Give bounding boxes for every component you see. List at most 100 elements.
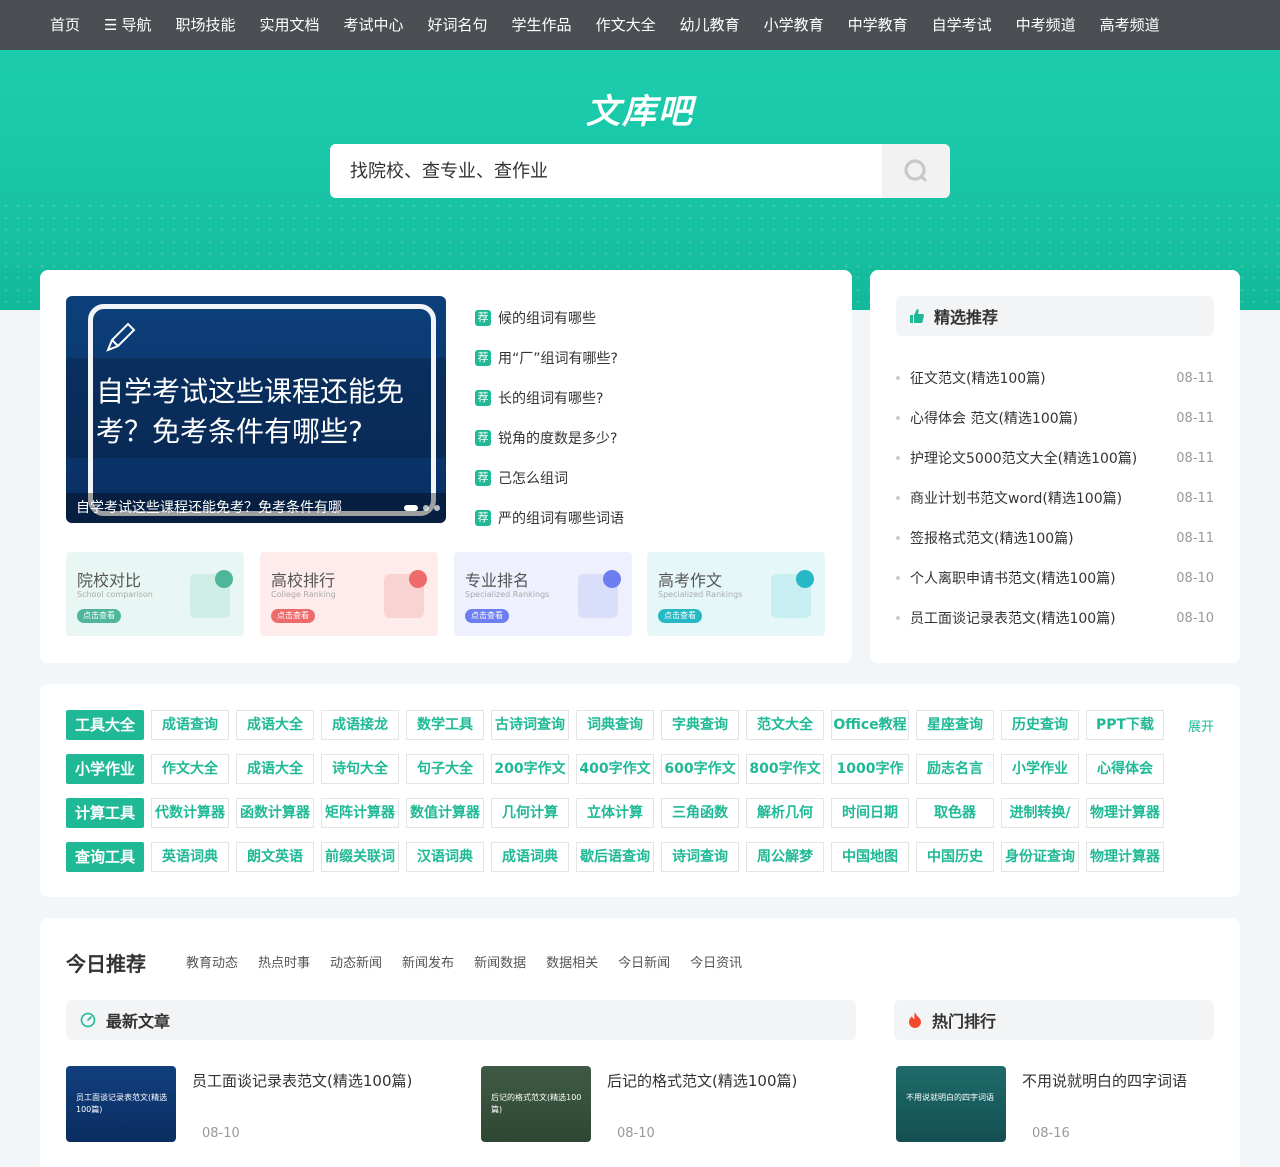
nav-good-words[interactable]: 好词名句 [416, 0, 500, 50]
tool-link[interactable]: 古诗词查询 [491, 710, 569, 740]
tool-link[interactable]: 前缀关联词 [321, 842, 399, 872]
tool-link[interactable]: 词典查询 [576, 710, 654, 740]
carousel-banner[interactable]: 自学考试这些课程还能免考？免考条件有哪些? 自学考试这些课程还能免考？免考条件有… [66, 296, 446, 523]
picks-item[interactable]: 签报格式范文(精选100篇) 08-11 [896, 518, 1214, 558]
quick-college-ranking[interactable]: 高校排行 College Ranking 点击查看 [260, 552, 438, 636]
tool-link[interactable]: 进制转换/ [1001, 798, 1079, 828]
tool-category-button[interactable]: 计算工具 [66, 798, 144, 828]
nav-essays[interactable]: 作文大全 [584, 0, 668, 50]
picks-item[interactable]: 征文范文(精选100篇) 08-11 [896, 358, 1214, 398]
nav-guide[interactable]: ☰ 导航 [92, 0, 163, 50]
site-logo[interactable]: 文库吧 [0, 84, 1280, 133]
tool-link[interactable]: 心得体会 [1086, 754, 1164, 784]
nav-secondary[interactable]: 中学教育 [836, 0, 920, 50]
recommend-item[interactable]: 荐锐角的度数是多少? [475, 418, 835, 458]
carousel-dot-active[interactable] [404, 505, 418, 511]
tool-link[interactable]: 中国地图 [831, 842, 909, 872]
tool-link[interactable]: 成语词典 [491, 842, 569, 872]
picks-item[interactable]: 护理论文5000范文大全(精选100篇) 08-11 [896, 438, 1214, 478]
picks-item[interactable]: 心得体会 范文(精选100篇) 08-11 [896, 398, 1214, 438]
recommend-item[interactable]: 荐严的组词有哪些词语 [475, 498, 835, 538]
recommend-item[interactable]: 荐长的组词有哪些? [475, 378, 835, 418]
tool-link[interactable]: 诗句大全 [321, 754, 399, 784]
tool-link[interactable]: 英语词典 [151, 842, 229, 872]
tool-link[interactable]: 1000字作 [831, 754, 909, 784]
tab-edu-news[interactable]: 教育动态 [186, 952, 238, 971]
tool-link[interactable]: Office教程 [831, 710, 909, 740]
tab-today-info[interactable]: 今日资讯 [690, 952, 742, 971]
nav-self-exam[interactable]: 自学考试 [920, 0, 1004, 50]
tool-link[interactable]: 几何计算 [491, 798, 569, 828]
hot-article-item[interactable]: 不用说就明白的四字词语 不用说就明白的四字词语 08-16 [896, 1066, 1276, 1142]
nav-zhongkao[interactable]: 中考频道 [1004, 0, 1088, 50]
tab-dynamic-news[interactable]: 动态新闻 [330, 952, 382, 971]
recommend-item[interactable]: 荐用“厂”组词有哪些? [475, 338, 835, 378]
tool-link[interactable]: 代数计算器 [151, 798, 229, 828]
tab-data-related[interactable]: 数据相关 [546, 952, 598, 971]
quick-view-button[interactable]: 点击查看 [271, 609, 315, 623]
tool-category-button[interactable]: 查询工具 [66, 842, 144, 872]
recommend-item[interactable]: 荐候的组词有哪些 [475, 298, 835, 338]
tool-link[interactable]: 范文大全 [746, 710, 824, 740]
nav-home[interactable]: 首页 [38, 0, 92, 50]
tool-link[interactable]: 物理计算器 [1086, 842, 1164, 872]
tab-news-data[interactable]: 新闻数据 [474, 952, 526, 971]
tool-link[interactable]: 800字作文 [746, 754, 824, 784]
search-button[interactable] [882, 144, 950, 198]
article-item[interactable]: 后记的格式范文(精选100篇) 后记的格式范文(精选100篇) 08-10 [481, 1066, 861, 1142]
tool-link[interactable]: 歇后语查询 [576, 842, 654, 872]
nav-career-skills[interactable]: 职场技能 [163, 0, 247, 50]
nav-preschool[interactable]: 幼儿教育 [668, 0, 752, 50]
tool-link[interactable]: 600字作文 [661, 754, 739, 784]
tool-link[interactable]: 成语查询 [151, 710, 229, 740]
tool-link[interactable]: 时间日期 [831, 798, 909, 828]
nav-gaokao[interactable]: 高考频道 [1088, 0, 1172, 50]
tool-link[interactable]: PPT下载 [1086, 710, 1164, 740]
tool-link[interactable]: 汉语词典 [406, 842, 484, 872]
tool-link[interactable]: 成语大全 [236, 754, 314, 784]
tool-link[interactable]: 三角函数 [661, 798, 739, 828]
carousel-dot[interactable] [423, 505, 429, 511]
picks-item[interactable]: 个人离职申请书范文(精选100篇) 08-10 [896, 558, 1214, 598]
tool-category-button[interactable]: 工具大全 [66, 710, 144, 740]
tool-link[interactable]: 400字作文 [576, 754, 654, 784]
tab-news-release[interactable]: 新闻发布 [402, 952, 454, 971]
quick-view-button[interactable]: 点击查看 [658, 609, 702, 623]
tool-link[interactable]: 诗词查询 [661, 842, 739, 872]
tool-link[interactable]: 取色器 [916, 798, 994, 828]
tool-link[interactable]: 历史查询 [1001, 710, 1079, 740]
tool-link[interactable]: 数学工具 [406, 710, 484, 740]
picks-item[interactable]: 商业计划书范文word(精选100篇) 08-11 [896, 478, 1214, 518]
quick-gaokao-essay[interactable]: 高考作文 Specialized Rankings 点击查看 [647, 552, 825, 636]
tool-link[interactable]: 矩阵计算器 [321, 798, 399, 828]
picks-item[interactable]: 员工面谈记录表范文(精选100篇) 08-10 [896, 598, 1214, 638]
nav-student-works[interactable]: 学生作品 [500, 0, 584, 50]
tool-link[interactable]: 解析几何 [746, 798, 824, 828]
tool-link[interactable]: 周公解梦 [746, 842, 824, 872]
nav-primary[interactable]: 小学教育 [752, 0, 836, 50]
expand-link[interactable]: 展开 [1188, 716, 1214, 735]
tool-link[interactable]: 字典查询 [661, 710, 739, 740]
tool-category-button[interactable]: 小学作业 [66, 754, 144, 784]
tool-link[interactable]: 中国历史 [916, 842, 994, 872]
tool-link[interactable]: 句子大全 [406, 754, 484, 784]
tool-link[interactable]: 身份证查询 [1001, 842, 1079, 872]
tool-link[interactable]: 励志名言 [916, 754, 994, 784]
tool-link[interactable]: 成语接龙 [321, 710, 399, 740]
quick-view-button[interactable]: 点击查看 [77, 609, 121, 623]
tool-link[interactable]: 作文大全 [151, 754, 229, 784]
nav-practical-docs[interactable]: 实用文档 [248, 0, 332, 50]
quick-view-button[interactable]: 点击查看 [465, 609, 509, 623]
tool-link[interactable]: 函数计算器 [236, 798, 314, 828]
tool-link[interactable]: 立体计算 [576, 798, 654, 828]
quick-major-ranking[interactable]: 专业排名 Specialized Rankings 点击查看 [454, 552, 632, 636]
search-input[interactable] [330, 144, 882, 198]
nav-exam-center[interactable]: 考试中心 [332, 0, 416, 50]
tab-today-news[interactable]: 今日新闻 [618, 952, 670, 971]
tool-link[interactable]: 成语大全 [236, 710, 314, 740]
tool-link[interactable]: 朗文英语 [236, 842, 314, 872]
tool-link[interactable]: 数值计算器 [406, 798, 484, 828]
carousel-dot[interactable] [434, 505, 440, 511]
tab-hot-topics[interactable]: 热点时事 [258, 952, 310, 971]
recommend-item[interactable]: 荐己怎么组词 [475, 458, 835, 498]
